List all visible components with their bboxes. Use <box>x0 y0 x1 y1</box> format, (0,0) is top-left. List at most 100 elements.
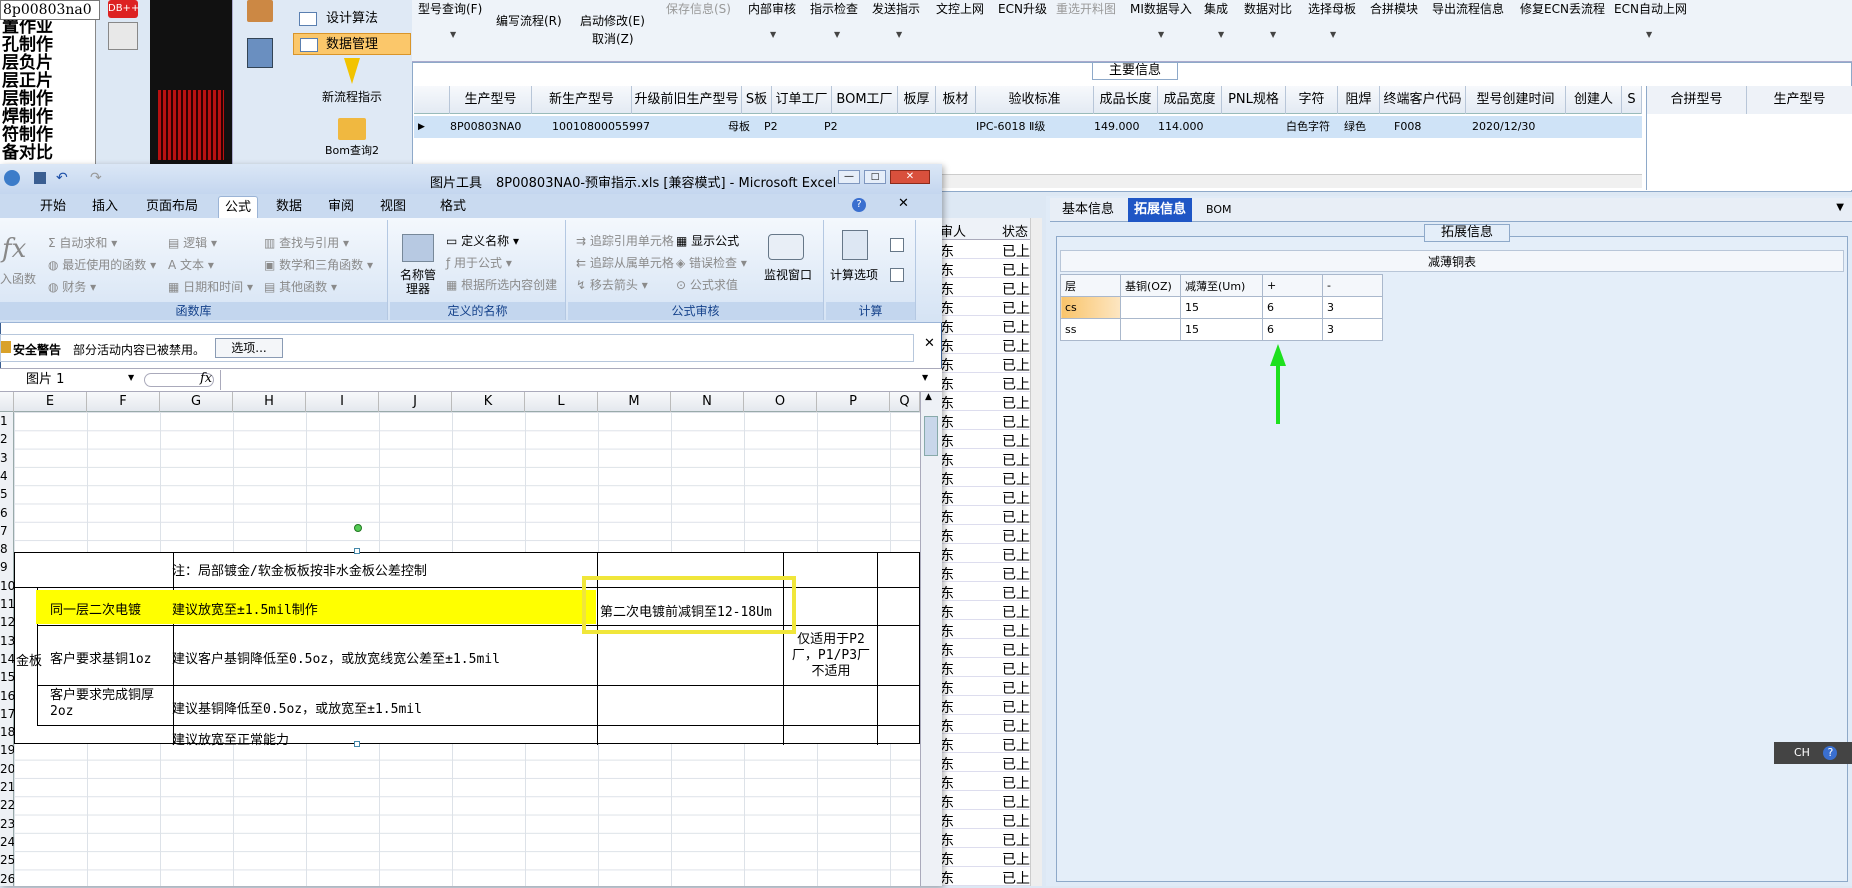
table-cell[interactable]: 3 <box>1322 318 1383 341</box>
col-header[interactable]: S <box>1622 86 1642 114</box>
table-cell[interactable] <box>1120 318 1181 341</box>
column-header[interactable]: P <box>817 392 890 412</box>
row-header[interactable]: 1 <box>0 412 14 430</box>
row-header[interactable]: 19 <box>0 741 14 759</box>
table-cell[interactable]: 6 <box>1262 296 1323 319</box>
col-header[interactable]: + <box>1262 274 1323 297</box>
table-cell[interactable] <box>1120 296 1181 319</box>
name-box[interactable]: 图片 1 <box>26 371 138 389</box>
row-header[interactable]: 10 <box>0 577 14 595</box>
close-icon[interactable]: ✕ <box>924 336 935 351</box>
list-item[interactable]: 层负片 <box>0 54 95 72</box>
table-row[interactable]: cs 15 6 3 <box>1060 296 1383 319</box>
col-header[interactable]: 板厚 <box>898 86 936 114</box>
column-header[interactable]: G <box>160 392 233 412</box>
row-header[interactable]: 18 <box>0 723 14 741</box>
row-header[interactable]: 23 <box>0 815 14 833</box>
col-header[interactable]: BOM工厂 <box>832 86 898 114</box>
data-compare-button[interactable]: 数据对比 <box>1244 0 1292 17</box>
column-header[interactable]: I <box>306 392 379 412</box>
table-cell[interactable]: ss <box>1060 318 1121 341</box>
text-functions-button[interactable]: A 文本 ▾ <box>168 256 214 273</box>
row-header[interactable]: 26 <box>0 870 14 888</box>
reselect-cut-button[interactable]: 重选开料图 <box>1056 0 1116 17</box>
chevron-down-icon[interactable]: ▼ <box>1646 30 1652 39</box>
list-item[interactable]: 东 已上 <box>938 829 1042 849</box>
select-mother-button[interactable]: 选择母板 <box>1308 0 1356 17</box>
calculator-icon[interactable] <box>247 38 273 68</box>
list-item[interactable]: 东 已上 <box>938 563 1042 583</box>
export-flow-button[interactable]: 导出流程信息 <box>1432 0 1504 17</box>
finance-button[interactable]: ◍ 财务 ▾ <box>48 278 96 295</box>
col-header[interactable]: 层 <box>1060 274 1121 297</box>
calc-now-icon[interactable] <box>890 238 904 252</box>
create-from-selection-button[interactable]: ▦ 根据所选内容创建 <box>446 276 557 293</box>
calc-sheet-icon[interactable] <box>890 268 904 282</box>
row-header[interactable]: 12 <box>0 613 14 631</box>
col-header[interactable]: 终端客户代码 <box>1380 86 1466 114</box>
sheet-vscrollbar[interactable]: ▲ <box>920 392 942 886</box>
resize-handle-icon[interactable] <box>354 548 360 554</box>
error-check-button[interactable]: ◈ 错误检查 ▾ <box>676 254 747 271</box>
chevron-down-icon[interactable]: ▼ <box>1836 202 1844 213</box>
lookup-button[interactable]: ▥ 查找与引用 ▾ <box>264 234 349 251</box>
chevron-down-icon[interactable]: ▼ <box>1330 30 1336 39</box>
review-list-scrollbar[interactable] <box>1030 218 1042 886</box>
list-item[interactable]: 东 已上 <box>938 240 1042 260</box>
list-item[interactable]: 东 已上 <box>938 867 1042 886</box>
col-header[interactable]: 成品宽度 <box>1158 86 1222 114</box>
chevron-down-icon[interactable]: ▼ <box>1218 30 1224 39</box>
calc-options-button[interactable]: 计算选项 <box>830 266 878 283</box>
list-item[interactable]: 焊制作 <box>0 108 95 126</box>
tab-review[interactable]: 审阅 <box>322 196 360 218</box>
formula-input[interactable] <box>220 370 920 390</box>
col-header[interactable]: 阻焊 <box>1338 86 1380 114</box>
row-header[interactable]: 16 <box>0 687 14 705</box>
column-header[interactable]: N <box>671 392 744 412</box>
chevron-down-icon[interactable]: ▼ <box>1270 30 1276 39</box>
row-header[interactable]: 2 <box>0 430 14 448</box>
column-header[interactable]: O <box>744 392 817 412</box>
list-item[interactable]: 东 已上 <box>938 696 1042 716</box>
table-cell[interactable]: 6 <box>1262 318 1323 341</box>
tab-basic-info[interactable]: 基本信息 <box>1056 198 1120 222</box>
row-header[interactable]: 22 <box>0 796 14 814</box>
list-item[interactable]: 东 已上 <box>938 316 1042 336</box>
row-header[interactable]: 5 <box>0 485 14 503</box>
list-item[interactable]: 东 已上 <box>938 354 1042 374</box>
table-row[interactable]: ss 15 6 3 <box>1060 318 1383 341</box>
merge-module-button[interactable]: 合拼模块 <box>1370 0 1418 17</box>
row-header[interactable]: 8 <box>0 540 14 558</box>
autosum-button[interactable]: Σ 自动求和 ▾ <box>48 234 117 251</box>
model-query-button[interactable]: 型号查询(F) <box>418 0 482 17</box>
ecn-auto-online-button[interactable]: ECN自动上网 <box>1614 0 1687 17</box>
exit-icon[interactable] <box>108 22 138 50</box>
list-item[interactable]: 东 已上 <box>938 810 1042 830</box>
rotate-handle-icon[interactable] <box>354 524 362 532</box>
column-header[interactable]: F <box>87 392 160 412</box>
row-header[interactable]: 9 <box>0 558 14 576</box>
list-item[interactable]: 东 已上 <box>938 639 1042 659</box>
list-item[interactable]: 东 已上 <box>938 658 1042 678</box>
tab-formulas[interactable]: 公式 <box>218 196 259 218</box>
col-header[interactable]: 字符 <box>1286 86 1338 114</box>
list-item[interactable]: 东 已上 <box>938 848 1042 868</box>
column-header[interactable]: J <box>379 392 452 412</box>
col-header[interactable]: 审人 <box>940 221 966 240</box>
new-flow-button[interactable]: 新流程指示 <box>293 58 411 105</box>
internal-review-button[interactable]: 内部审核 <box>748 0 796 17</box>
define-name-button[interactable]: ▭ 定义名称 ▾ <box>446 232 519 249</box>
trace-precedents-button[interactable]: ⇉ 追踪引用单元格 <box>576 232 674 249</box>
col-header[interactable]: PNL规格 <box>1222 86 1286 114</box>
list-item[interactable]: 东 已上 <box>938 677 1042 697</box>
row-header[interactable]: 11 <box>0 595 14 613</box>
col-header[interactable]: 验收标准 <box>976 86 1094 114</box>
list-item[interactable]: 东 已上 <box>938 449 1042 469</box>
row-header[interactable]: 7 <box>0 522 14 540</box>
maximize-icon[interactable]: □ <box>864 170 886 184</box>
list-item[interactable]: 层正片 <box>0 72 95 90</box>
col-header[interactable]: 生产型号 <box>1747 86 1852 114</box>
list-item[interactable]: 孔制作 <box>0 36 95 54</box>
list-item[interactable]: 备对比 <box>0 144 95 162</box>
col-header[interactable]: 状态 <box>1002 221 1028 240</box>
